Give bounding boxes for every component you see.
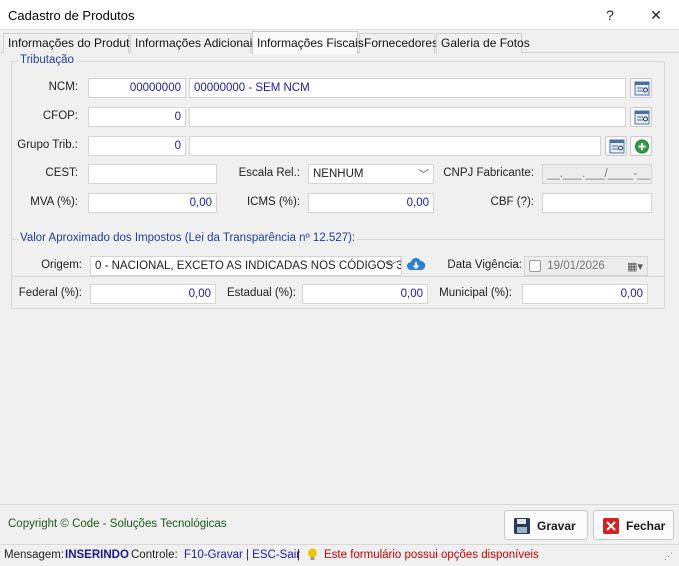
tab-bar: Informações do Produto Informações Adici… (0, 31, 679, 54)
lightbulb-icon (307, 548, 318, 565)
tab-galeria-fotos[interactable]: Galeria de Fotos (436, 33, 530, 53)
grupo-trib-search-button[interactable] (605, 136, 627, 156)
origem-label: Origem: (41, 259, 82, 271)
status-separator: | (297, 549, 300, 561)
impostos-group: Valor Aproximado dos Impostos (Lei da Tr… (11, 232, 665, 309)
icms-label: ICMS (%): (246, 196, 300, 208)
close-icon (603, 518, 619, 534)
chevron-down-icon: ﹀ (418, 169, 429, 181)
aviso-text: Este formulário possui opções disponívei… (324, 549, 539, 561)
close-window-button[interactable]: ✕ (636, 0, 676, 30)
data-vigencia-checkbox[interactable] (529, 259, 541, 272)
origem-value: 0 - NACIONAL, EXCETO AS INDICADAS NOS CÓ… (95, 260, 402, 272)
grupo-trib-code-input[interactable]: 0 (88, 136, 186, 156)
list-search-icon (634, 110, 650, 125)
municipal-input[interactable]: 0,00 (522, 284, 648, 304)
gravar-button[interactable]: Gravar (504, 510, 588, 540)
mva-input[interactable]: 0,00 (88, 193, 217, 213)
help-button[interactable]: ? (590, 0, 630, 30)
cloud-download-icon (407, 257, 426, 270)
ncm-code-input[interactable]: 00000000 (88, 78, 186, 98)
data-vigencia-label: Data Vigência: (447, 259, 522, 271)
gravar-label: Gravar (537, 519, 576, 533)
controle-label: Controle: (131, 549, 178, 561)
estadual-input[interactable]: 0,00 (302, 284, 428, 304)
tab-informacoes-produto[interactable]: Informações do Produto (3, 33, 136, 53)
fiscal-panel: Tributação NCM: 00000000 00000000 - SEM … (3, 53, 676, 504)
cfop-code-input[interactable]: 0 (88, 107, 186, 127)
fechar-label: Fechar (626, 519, 666, 533)
impostos-title: Valor Aproximado dos Impostos (Lei da Tr… (18, 232, 358, 244)
cnpj-fabricante-input[interactable]: __.___.___/____-__ (542, 164, 652, 184)
ncm-label: NCM: (48, 81, 78, 93)
calendar-icon[interactable]: ▦▾ (627, 258, 643, 275)
tab-informacoes-fiscais[interactable]: Informações Fiscais (252, 31, 364, 54)
add-icon (635, 139, 649, 154)
federal-label: Federal (%): (18, 287, 82, 299)
municipal-label: Municipal (%): (439, 287, 512, 299)
cfop-search-button[interactable] (630, 107, 652, 127)
ncm-description-input[interactable]: 00000000 - SEM NCM (189, 78, 626, 98)
estadual-label: Estadual (%): (226, 287, 296, 299)
cfop-description-input[interactable] (189, 107, 626, 127)
cest-label: CEST: (45, 167, 78, 179)
icms-input[interactable]: 0,00 (308, 193, 434, 213)
chevron-down-icon: ﹀ (386, 261, 397, 273)
ncm-search-button[interactable] (630, 78, 652, 98)
cnpj-fabricante-label: CNPJ Fabricante: (443, 167, 534, 179)
resize-grip-icon[interactable]: ⋰ (664, 551, 673, 562)
escala-rel-value: NENHUM (313, 168, 364, 180)
cest-input[interactable] (88, 164, 217, 184)
origem-select[interactable]: 0 - NACIONAL, EXCETO AS INDICADAS NOS CÓ… (90, 256, 402, 276)
federal-input[interactable]: 0,00 (90, 284, 216, 304)
status-bar: Mensagem: INSERINDO Controle: F10-Gravar… (0, 544, 679, 566)
escala-rel-select[interactable]: NENHUM ﹀ (308, 164, 434, 184)
grupo-trib-add-button[interactable] (630, 136, 652, 156)
data-vigencia-picker[interactable]: 19/01/2026 ▦▾ (524, 256, 648, 276)
fechar-button[interactable]: Fechar (593, 510, 674, 540)
tab-informacoes-adicionais[interactable]: Informações Adicionais (130, 33, 258, 53)
controle-value: F10-Gravar | ESC-Sair (184, 549, 301, 561)
tributacao-title: Tributação (18, 54, 76, 66)
cfop-label: CFOP: (42, 110, 78, 122)
cbf-label: CBF (?): (490, 196, 534, 208)
grupo-trib-description-input[interactable] (189, 136, 601, 156)
list-search-icon (609, 139, 625, 154)
escala-rel-label: Escala Rel.: (238, 167, 300, 179)
mensagem-label: Mensagem: (4, 549, 65, 561)
title-bar: Cadastro de Produtos ? ✕ (0, 0, 679, 30)
tab-fornecedores[interactable]: Fornecedores (359, 33, 438, 53)
mva-label: MVA (%): (30, 196, 78, 208)
copyright-text: Copyright © Code - Soluções Tecnológicas (8, 518, 227, 530)
list-search-icon (634, 81, 650, 96)
cbf-input[interactable] (542, 193, 652, 213)
data-vigencia-value: 19/01/2026 (547, 260, 605, 272)
save-icon (514, 518, 530, 534)
grupo-trib-label: Grupo Trib.: (17, 139, 78, 151)
window-title: Cadastro de Produtos (8, 8, 135, 23)
footer-bar: Copyright © Code - Soluções Tecnológicas… (0, 504, 679, 544)
origem-download-button[interactable] (406, 256, 428, 276)
mensagem-value: INSERINDO (65, 549, 129, 561)
